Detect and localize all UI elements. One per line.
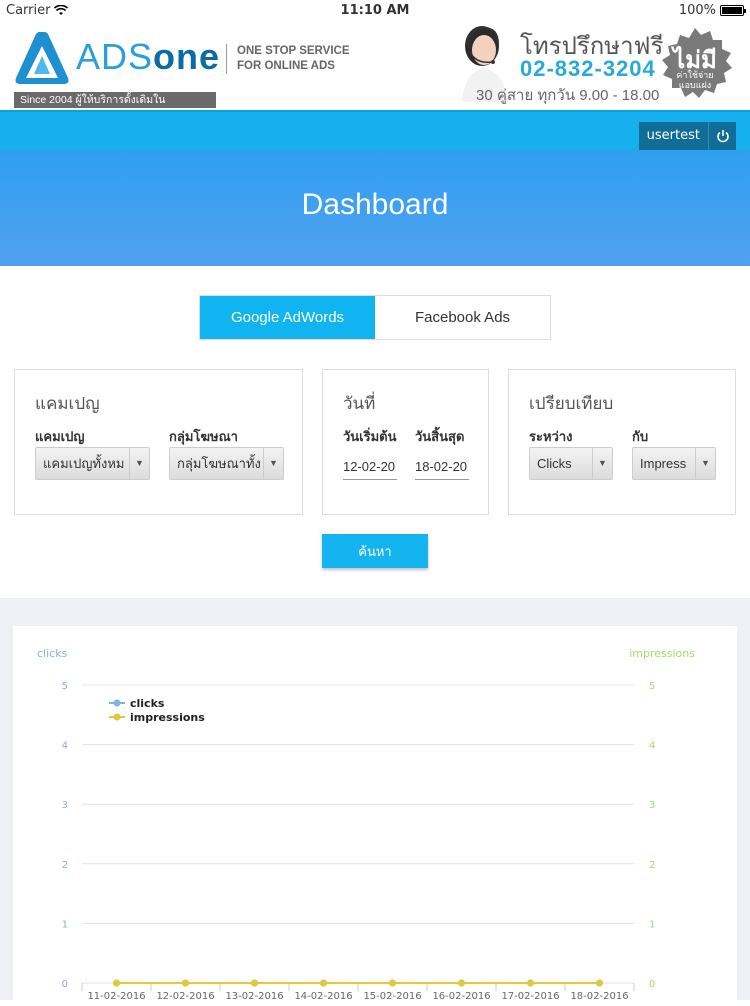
clock: 11:10 AM: [340, 3, 410, 18]
legend-marker-impressions: [113, 713, 121, 721]
service-hours: 30 คู่สาย ทุกวัน 9.00 - 18.00: [476, 87, 660, 104]
header-banner: ADSone ONE STOP SERVICE FOR ONLINE ADS S…: [0, 22, 750, 122]
tab-facebook-ads[interactable]: Facebook Ads: [375, 296, 550, 339]
badge-small-text: ค่าใช้จ่าย แอบแฝง: [656, 70, 734, 90]
adgroup-select-value: กลุ่มโฆษณาทั้ง: [177, 456, 261, 471]
compare-panel-title: เปรียบเทียบ: [529, 394, 614, 413]
search-button[interactable]: ค้นหา: [322, 534, 428, 568]
clicks-impressions-chart: 0 01 12 23 34 45 5clicks impressions11-02-2016 1…: [37, 647, 695, 1000]
y-tick-left-label: 1: [62, 919, 68, 930]
y-tick-right-label: 5: [649, 681, 655, 692]
data-point-impressions: [389, 979, 396, 987]
x-tick-label: 15-02-2016: [363, 991, 421, 1000]
battery-icon: [720, 5, 746, 16]
y-tick-left-label: 3: [62, 800, 68, 811]
campaign-select-value: แคมเปญทั้งหม: [43, 456, 125, 471]
chevron-down-icon: ▼: [592, 448, 612, 479]
data-point-impressions: [113, 979, 120, 987]
data-point-impressions: [182, 979, 189, 987]
data-point-impressions: [320, 979, 327, 987]
tab-google-adwords[interactable]: Google AdWords: [200, 296, 375, 339]
compare-filter-panel: เปรียบเทียบ ระหว่าง Clicks ▼ กับ Impress…: [508, 369, 736, 515]
adgroup-label: กลุ่มโฆษณา: [169, 429, 238, 444]
adgroup-select[interactable]: กลุ่มโฆษณาทั้ง ▼: [169, 447, 284, 480]
username-button[interactable]: usertest: [638, 122, 708, 150]
x-tick-label: 18-02-2016: [570, 991, 628, 1000]
page-title: Dashboard: [301, 188, 449, 221]
campaign-select[interactable]: แคมเปญทั้งหม ▼: [35, 447, 150, 480]
adsone-logo-icon[interactable]: [12, 32, 72, 88]
legend-label-clicks: clicks: [130, 697, 165, 710]
x-tick-label: 14-02-2016: [294, 991, 352, 1000]
legend-marker-clicks: [113, 699, 121, 707]
y-tick-left-label: 2: [62, 860, 68, 871]
badge-small-line1: ค่าใช้จ่าย: [676, 70, 714, 80]
y-tick-left-label: 5: [62, 681, 68, 692]
metric-b-value: Impress: [640, 456, 687, 471]
start-date-input[interactable]: 12-02-20: [343, 454, 397, 480]
chevron-down-icon: ▼: [695, 448, 715, 479]
x-tick-label: 16-02-2016: [432, 991, 490, 1000]
y-tick-right-label: 4: [649, 741, 655, 752]
data-point-impressions: [527, 979, 534, 987]
data-point-impressions: [596, 979, 603, 987]
no-hidden-fee-badge: ไม่มี ค่าใช้จ่าย แอบแฝง: [656, 26, 734, 104]
metric-a-select[interactable]: Clicks ▼: [529, 447, 613, 480]
date-panel-title: วันที่: [343, 394, 376, 413]
y-tick-right-label: 0: [649, 979, 655, 990]
metric-b-select[interactable]: Impress ▼: [632, 447, 716, 480]
start-date-label: วันเริ่มต้น: [343, 429, 397, 444]
x-tick-label: 11-02-2016: [87, 991, 145, 1000]
y-axis-right-title: impressions: [629, 647, 695, 660]
x-tick-label: 12-02-2016: [156, 991, 214, 1000]
date-filter-panel: วันที่ วันเริ่มต้น 12-02-20 วันสิ้นสุด 1…: [322, 369, 489, 515]
tagline-line1: ONE STOP SERVICE: [237, 45, 350, 57]
dashboard-hero: Dashboard: [0, 150, 750, 266]
end-date-label: วันสิ้นสุด: [415, 429, 465, 444]
y-tick-right-label: 1: [649, 919, 655, 930]
tagline-line2: FOR ONLINE ADS: [237, 60, 335, 72]
x-tick-label: 17-02-2016: [501, 991, 559, 1000]
logout-button[interactable]: [708, 122, 736, 150]
logo-ads-text: ADS: [76, 36, 154, 77]
top-nav-bar: usertest: [0, 110, 750, 150]
x-tick-label: 13-02-2016: [225, 991, 283, 1000]
chevron-down-icon: ▼: [129, 448, 149, 479]
campaign-label: แคมเปญ: [35, 429, 85, 444]
campaign-panel-title: แคมเปญ: [35, 394, 100, 413]
data-point-impressions: [458, 979, 465, 987]
logo-one-text: one: [153, 36, 221, 77]
end-date-input[interactable]: 18-02-20: [415, 454, 469, 480]
metric-a-value: Clicks: [537, 456, 572, 471]
badge-small-line2: แอบแฝง: [678, 80, 712, 90]
campaign-filter-panel: แคมเปญ แคมเปญ แคมเปญทั้งหม ▼ กลุ่มโฆษณา …: [14, 369, 303, 515]
logo-tagline: ONE STOP SERVICE FOR ONLINE ADS: [226, 44, 349, 74]
y-axis-left-title: clicks: [37, 647, 68, 660]
with-label: กับ: [632, 429, 649, 444]
between-label: ระหว่าง: [529, 429, 573, 444]
phone-number[interactable]: 02-832-3204: [520, 56, 656, 82]
data-point-impressions: [251, 979, 258, 987]
y-tick-left-label: 0: [62, 979, 68, 990]
y-tick-right-label: 3: [649, 800, 655, 811]
since-bar: Since 2004 ผู้ให้บริการดั้งเดิมในประเทศไ…: [14, 92, 216, 122]
legend-label-impressions: impressions: [130, 711, 205, 724]
battery-percent: 100%: [678, 3, 716, 18]
status-bar: Carrier 11:10 AM 100%: [0, 0, 750, 22]
y-tick-right-label: 2: [649, 860, 655, 871]
logo-wordmark: ADSone: [76, 36, 220, 78]
power-icon: [716, 130, 729, 143]
y-tick-left-label: 4: [62, 741, 68, 752]
platform-tabs: Google AdWords Facebook Ads: [199, 295, 551, 340]
chevron-down-icon: ▼: [263, 448, 283, 479]
